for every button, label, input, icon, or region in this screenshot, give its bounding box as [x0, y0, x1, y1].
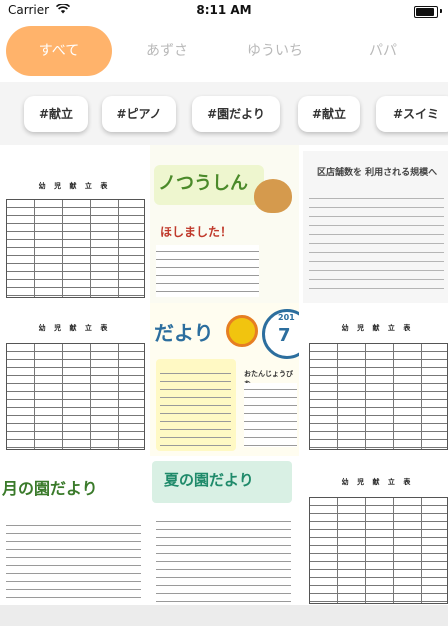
thumbnail-menu-table[interactable]: 幼 児 献 立 表 [303, 457, 448, 605]
newsletter-headline: 月の園だより [2, 479, 98, 498]
thumbnail-school-newsletter[interactable]: 月の園だより [0, 457, 149, 605]
thumbnail-title: 幼 児 献 立 表 [341, 324, 414, 332]
member-tabs: すべて あずさ ゆういち パパ [0, 22, 448, 82]
thumbnail-notice[interactable]: 区店舗数を 利用される規模へ [303, 151, 448, 304]
tag-filter-row: #献立 #ピアノ #園だより #献立 #スイミ [0, 85, 448, 143]
tag-chip[interactable]: #園だより [192, 96, 280, 132]
tag-chip[interactable]: #ピアノ [102, 96, 176, 132]
newsletter-subline: ほしました！ [160, 225, 233, 239]
tab-azusa[interactable]: あずさ [114, 26, 220, 76]
newsletter-headline: 夏の園だより [164, 471, 254, 489]
tag-chip[interactable]: #スイミ [376, 96, 448, 132]
tab-yuichi[interactable]: ゆういち [222, 26, 328, 76]
document-grid: 幼 児 献 立 表 ノつうしん ほしました！ 区店舗数を 利用される規模へ 幼 … [0, 145, 448, 605]
tag-chip[interactable]: #献立 [298, 96, 360, 132]
bottom-bar [0, 605, 448, 626]
status-bar: Carrier 8:11 AM [0, 0, 448, 22]
notice-headline: 区店舗数を 利用される規模へ [317, 168, 438, 178]
sunflower-illustration [226, 315, 258, 347]
bear-illustration [254, 179, 292, 213]
tab-papa[interactable]: パパ [330, 26, 436, 76]
thumbnail-title: 幼 児 献 立 表 [341, 478, 414, 486]
thumbnail-menu-table[interactable]: 幼 児 献 立 表 [303, 303, 448, 456]
newsletter-headline: だより [154, 321, 214, 345]
battery-icon [414, 6, 438, 18]
clock: 8:11 AM [196, 3, 252, 17]
tab-all[interactable]: すべて [6, 26, 112, 76]
thumbnail-summer-newsletter[interactable]: 夏の園だより [150, 457, 299, 605]
thumbnail-menu-table[interactable]: 幼 児 献 立 表 [0, 151, 149, 304]
newsletter-headline: ノつうしん [158, 173, 248, 194]
thumbnail-menu-table[interactable]: 幼 児 献 立 表 [0, 303, 149, 456]
thumbnail-title: 幼 児 献 立 表 [38, 324, 111, 332]
thumbnail-school-newsletter[interactable]: だより 201 7 おたんじょうびを [150, 303, 299, 456]
thumbnail-title: 幼 児 献 立 表 [38, 182, 111, 190]
thumbnail-piano-newsletter[interactable]: ノつうしん ほしました！ [150, 145, 299, 304]
tag-chip[interactable]: #献立 [24, 96, 88, 132]
